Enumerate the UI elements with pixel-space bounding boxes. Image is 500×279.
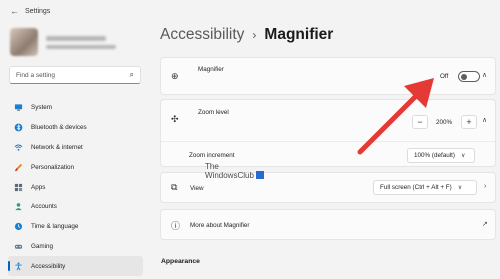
magnifier-state-label: Off	[440, 73, 449, 80]
sidebar-item-label: Gaming	[31, 242, 54, 250]
view-value: Full screen (Ctrl + Alt + F)	[380, 184, 452, 191]
monitor-icon	[14, 103, 23, 112]
accessibility-icon	[14, 262, 23, 271]
wifi-icon	[14, 143, 23, 152]
appearance-heading: Appearance	[161, 258, 200, 265]
brush-icon	[14, 163, 23, 172]
zoom-level-value: 200%	[436, 119, 453, 126]
watermark-line1: The	[205, 162, 219, 171]
search-placeholder: Find a setting	[16, 72, 56, 79]
sidebar-item-label: Network & internet	[31, 143, 83, 151]
view-dropdown[interactable]: Full screen (Ctrl + Alt + F) ∨	[373, 180, 477, 195]
profile-email-redacted	[46, 44, 116, 49]
magnifier-toggle[interactable]	[458, 71, 480, 82]
person-icon	[14, 202, 23, 211]
zoom-in-button[interactable]: +	[461, 115, 477, 129]
zoom-increment-dropdown[interactable]: 100% (default) ∨	[407, 148, 475, 163]
gamepad-icon	[14, 242, 23, 251]
profile-info	[46, 35, 116, 49]
chevron-up-icon[interactable]: ∧	[482, 71, 487, 79]
sidebar-item-accounts[interactable]: Accounts	[8, 197, 143, 217]
search-icon[interactable]: ⌕	[130, 70, 134, 80]
zoom-out-button[interactable]: −	[412, 115, 428, 129]
breadcrumb-separator: ›	[252, 28, 257, 42]
apps-grid-icon	[14, 183, 23, 192]
chevron-up-icon[interactable]: ∧	[482, 116, 487, 124]
sidebar-item-personalization[interactable]: Personalization	[8, 157, 143, 177]
page-title: Magnifier	[264, 26, 334, 43]
bluetooth-icon	[14, 123, 23, 132]
magnifier-icon: ⊕	[171, 71, 179, 81]
avatar	[10, 28, 38, 56]
sidebar-item-label: Accessibility	[31, 262, 66, 270]
more-about-card[interactable]: ⓘ More about Magnifier ↗	[160, 209, 496, 240]
zoom-level-icon: ✣	[171, 114, 179, 124]
search-field[interactable]: Find a setting ⌕	[9, 66, 141, 84]
watermark-line2: WindowsClub	[205, 171, 254, 180]
sidebar-item-apps[interactable]: Apps	[8, 177, 143, 197]
sidebar-item-accessibility[interactable]: Accessibility	[8, 256, 143, 277]
breadcrumb: Accessibility › Magnifier	[160, 26, 333, 44]
user-profile[interactable]	[10, 28, 116, 56]
zoom-card-divider	[161, 141, 495, 142]
window-title: Settings	[25, 7, 51, 15]
sidebar-item-network[interactable]: Network & internet	[8, 138, 143, 158]
chevron-down-icon: ∨	[460, 153, 466, 159]
magnifier-card[interactable]: ⊕ Magnifier Off ∧	[160, 57, 496, 95]
sidebar-item-time-language[interactable]: Time & language	[8, 217, 143, 237]
zoom-card: ✣ Zoom level − 200% + ∧ Zoom increment 1…	[160, 99, 496, 167]
window-title-bar: ← Settings	[10, 6, 50, 16]
view-label: View	[190, 185, 204, 192]
magnifier-label: Magnifier	[198, 66, 224, 73]
profile-name-redacted	[46, 35, 106, 41]
zoom-increment-value: 100% (default)	[414, 152, 455, 159]
chevron-right-icon[interactable]: ›	[484, 183, 486, 190]
sidebar-item-label: Bluetooth & devices	[31, 124, 87, 132]
zoom-level-label: Zoom level	[198, 109, 229, 116]
sidebar-item-system[interactable]: System	[8, 98, 143, 118]
watermark: The WindowsClub	[205, 162, 264, 180]
sidebar-item-gaming[interactable]: Gaming	[8, 237, 143, 257]
watermark-logo-icon	[255, 171, 264, 179]
chevron-down-icon: ∨	[457, 185, 463, 191]
more-about-label: More about Magnifier	[190, 222, 250, 229]
sidebar-item-label: Personalization	[31, 163, 75, 171]
view-icon: ⧉	[171, 182, 178, 192]
sidebar-item-label: System	[31, 104, 52, 112]
back-arrow-icon[interactable]: ←	[10, 6, 19, 16]
breadcrumb-parent[interactable]: Accessibility	[160, 26, 244, 44]
globe-clock-icon	[14, 222, 23, 231]
sidebar-nav: System Bluetooth & devices Network & int…	[8, 98, 143, 277]
sidebar-item-label: Apps	[31, 183, 46, 191]
sidebar-item-label: Time & language	[31, 223, 79, 231]
external-link-icon[interactable]: ↗	[482, 220, 488, 228]
sidebar-item-label: Accounts	[31, 203, 57, 211]
zoom-increment-label: Zoom increment	[189, 152, 235, 159]
sidebar-item-bluetooth[interactable]: Bluetooth & devices	[8, 118, 143, 138]
help-icon: ⓘ	[171, 221, 181, 231]
